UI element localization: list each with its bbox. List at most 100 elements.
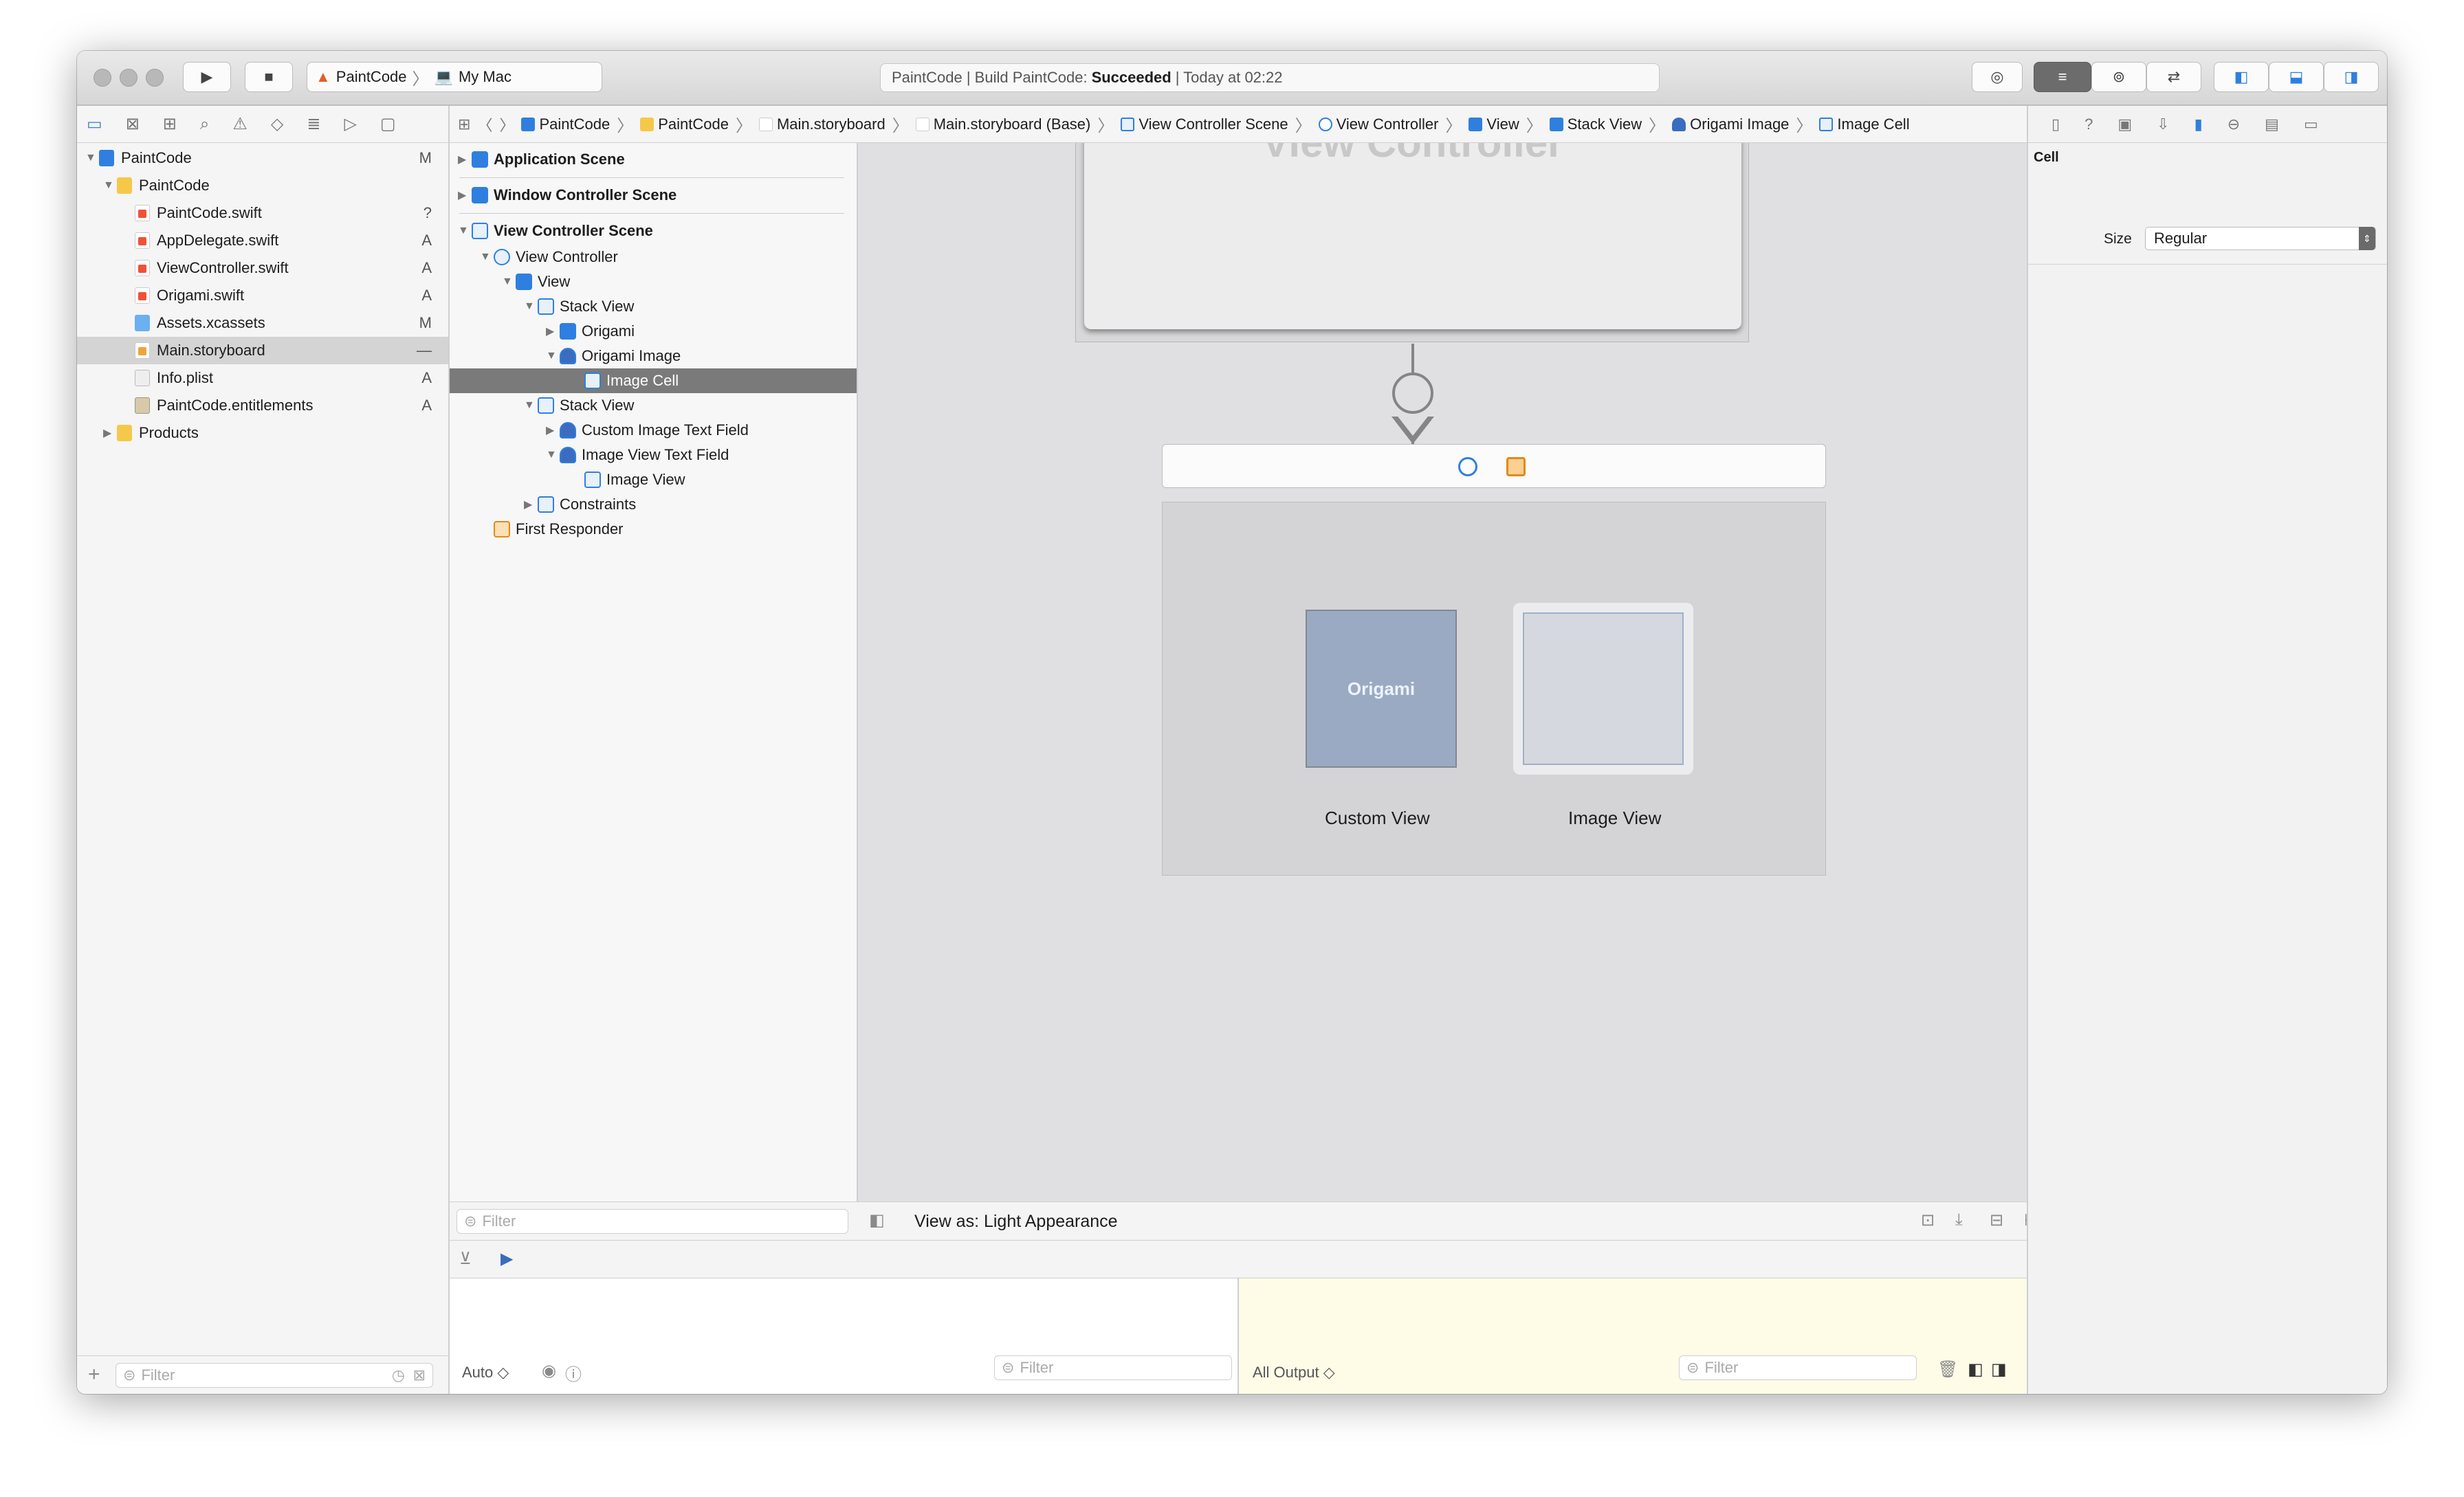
help-icon[interactable]: ? [2084, 115, 2093, 133]
breadcrumb-item[interactable]: Stack View [1549, 115, 1642, 133]
variables-view[interactable]: Auto ◇ ◉ ⓘ ⊜ Filter [450, 1278, 1239, 1394]
disclosure-open-icon[interactable]: ▼ [502, 276, 516, 288]
segue-icon[interactable] [1392, 373, 1433, 414]
breadcrumb-item[interactable]: PaintCode [521, 115, 610, 133]
outline-item-stack-view[interactable]: ▼ Stack View [450, 393, 857, 418]
disclosure-open-icon[interactable]: ▼ [103, 179, 117, 192]
nav-item-file[interactable]: Info.plist A [77, 364, 448, 392]
disclosure-closed-icon[interactable]: ▶ [458, 153, 472, 166]
disclosure-closed-icon[interactable]: ▶ [524, 498, 538, 511]
variables-filter-input[interactable]: ⊜ Filter [994, 1355, 1232, 1380]
outline-item-origami[interactable]: ▶ Origami [450, 319, 857, 344]
identity-icon[interactable]: ▣ [2118, 115, 2132, 133]
debug-icon[interactable]: ≣ [307, 114, 320, 134]
outline-item-view-controller[interactable]: ▼ View Controller [450, 245, 857, 269]
back-icon[interactable]: 〈 [477, 113, 492, 135]
related-items-icon[interactable]: ⊞ [458, 115, 470, 133]
console-filter-input[interactable]: ⊜ Filter [1679, 1355, 1917, 1380]
disclosure-open-icon[interactable]: ▼ [480, 251, 494, 263]
interface-builder-canvas[interactable]: View Controller Origami Custom View Imag… [858, 143, 2027, 1201]
zoom-window-button[interactable] [146, 69, 164, 87]
nav-item-file[interactable]: AppDelegate.swift A [77, 227, 448, 254]
search-icon[interactable]: ⌕ [200, 115, 209, 134]
disclosure-closed-icon[interactable]: ▶ [458, 188, 472, 202]
split-left-icon[interactable]: ◧ [1968, 1360, 1983, 1379]
align-icon[interactable]: ⊟ [1990, 1210, 2003, 1230]
toggle-navigator-button[interactable]: ◧ [2214, 62, 2269, 92]
embed-in-icon[interactable]: ⤓ [1955, 1210, 1963, 1230]
standard-editor-button[interactable]: ≡ [2034, 62, 2091, 92]
outline-item-application-scene[interactable]: ▶ Application Scene [450, 147, 857, 172]
outline-item-image-view[interactable]: Image View [450, 467, 857, 492]
trash-icon[interactable]: 🗑 [1937, 1360, 1958, 1379]
output-select[interactable]: All Output ◇ [1253, 1364, 1335, 1382]
info-icon[interactable]: ⓘ [565, 1361, 582, 1385]
nav-item-file[interactable]: Assets.xcassets M [77, 309, 448, 337]
outline-item-custom-image-text-field[interactable]: ▶ Custom Image Text Field [450, 418, 857, 443]
symbol-icon[interactable]: ⊞ [163, 114, 177, 134]
image-well[interactable] [1513, 603, 1693, 775]
outline-item-image-view-text-field[interactable]: ▼ Image View Text Field [450, 443, 857, 467]
breadcrumb-item[interactable]: View Controller Scene [1121, 115, 1288, 133]
view-controller-icon[interactable] [1458, 457, 1477, 476]
breadcrumb-item[interactable]: PaintCode [640, 115, 729, 133]
assistant-editor-button[interactable]: ⊚ [2091, 62, 2146, 92]
warning-icon[interactable]: ⚠ [232, 114, 248, 134]
window-scene-frame[interactable]: View Controller [1075, 143, 1749, 342]
breadcrumb-item[interactable]: Origami Image [1672, 115, 1789, 133]
disclosure-open-icon[interactable]: ▼ [524, 399, 538, 412]
file-icon[interactable]: ▯ [2052, 115, 2060, 133]
nav-item-group[interactable]: ▼ PaintCode [77, 172, 448, 199]
first-responder-icon[interactable] [1506, 457, 1526, 476]
view-controller-view[interactable]: Origami Custom View Image View [1162, 502, 1826, 876]
connections-icon[interactable]: ⊖ [2228, 115, 2240, 133]
eye-icon[interactable]: ◉ [542, 1361, 556, 1381]
close-window-button[interactable] [94, 69, 111, 87]
minimize-window-button[interactable] [120, 69, 138, 87]
add-icon[interactable]: + [88, 1363, 100, 1386]
scheme-selector[interactable]: ▲ PaintCode 〉 💻 My Mac [307, 62, 602, 92]
disclosure-open-icon[interactable]: ▼ [458, 225, 472, 237]
folder-icon[interactable]: ▭ [87, 114, 102, 134]
disclosure-closed-icon[interactable]: ▶ [546, 423, 560, 437]
breadcrumb-item[interactable]: Main.storyboard [758, 115, 886, 133]
outline-item-stack-view[interactable]: ▼ Stack View [450, 294, 857, 319]
scene-dock[interactable] [1162, 444, 1826, 488]
size-select[interactable]: Regular ⇕ [2145, 227, 2376, 250]
nav-item-project[interactable]: ▼ PaintCode M [77, 144, 448, 172]
disclosure-open-icon[interactable]: ▼ [85, 152, 99, 164]
disclosure-closed-icon[interactable]: ▶ [103, 426, 117, 440]
view-as-button[interactable]: View as: Light Appearance [914, 1212, 1118, 1232]
origami-custom-view[interactable]: Origami [1306, 610, 1457, 768]
outline-item-view[interactable]: ▼ View [450, 269, 857, 294]
nav-item-file[interactable]: ViewController.swift A [77, 254, 448, 282]
run-button[interactable]: ▶ [183, 62, 231, 92]
size-icon[interactable]: ▮ [2194, 115, 2203, 133]
bindings-icon[interactable]: ▤ [2265, 115, 2279, 133]
source-control-icon[interactable]: ⊠ [126, 114, 140, 134]
report-icon[interactable]: ▢ [380, 114, 396, 134]
outline-item-image-cell-selected[interactable]: Image Cell [450, 368, 857, 393]
split-right-icon[interactable]: ◨ [1991, 1360, 2007, 1379]
breadcrumb-item[interactable]: View [1468, 115, 1519, 133]
outline-item-origami-image[interactable]: ▼ Origami Image [450, 344, 857, 368]
nav-item-group[interactable]: ▶ Products [77, 419, 448, 447]
variables-scope-select[interactable]: Auto ◇ [462, 1364, 509, 1382]
image-cell[interactable] [1523, 612, 1684, 765]
scm-filter-icon[interactable]: ⊠ [413, 1366, 426, 1384]
outline-item-constraints[interactable]: ▶ Constraints [450, 492, 857, 517]
version-editor-button[interactable]: ⇄ [2146, 62, 2201, 92]
attributes-icon[interactable]: ⇩ [2157, 115, 2169, 133]
nav-item-file[interactable]: Origami.swift A [77, 282, 448, 309]
disclosure-open-icon[interactable]: ▼ [546, 350, 560, 362]
breadcrumb-item[interactable]: View Controller [1318, 115, 1438, 133]
nav-item-file-selected[interactable]: Main.storyboard — [77, 337, 448, 364]
test-icon[interactable]: ◇ [271, 114, 283, 134]
breakpoint-icon[interactable]: ▷ [344, 114, 356, 134]
document-outline-toggle-icon[interactable]: ◧ [869, 1210, 885, 1230]
custom-view-label[interactable]: Custom View [1325, 808, 1430, 829]
breadcrumb-item[interactable]: Main.storyboard (Base) [915, 115, 1090, 133]
image-view-label[interactable]: Image View [1568, 808, 1661, 829]
recent-icon[interactable]: ◷ [392, 1366, 405, 1384]
disclosure-open-icon[interactable]: ▼ [524, 300, 538, 313]
